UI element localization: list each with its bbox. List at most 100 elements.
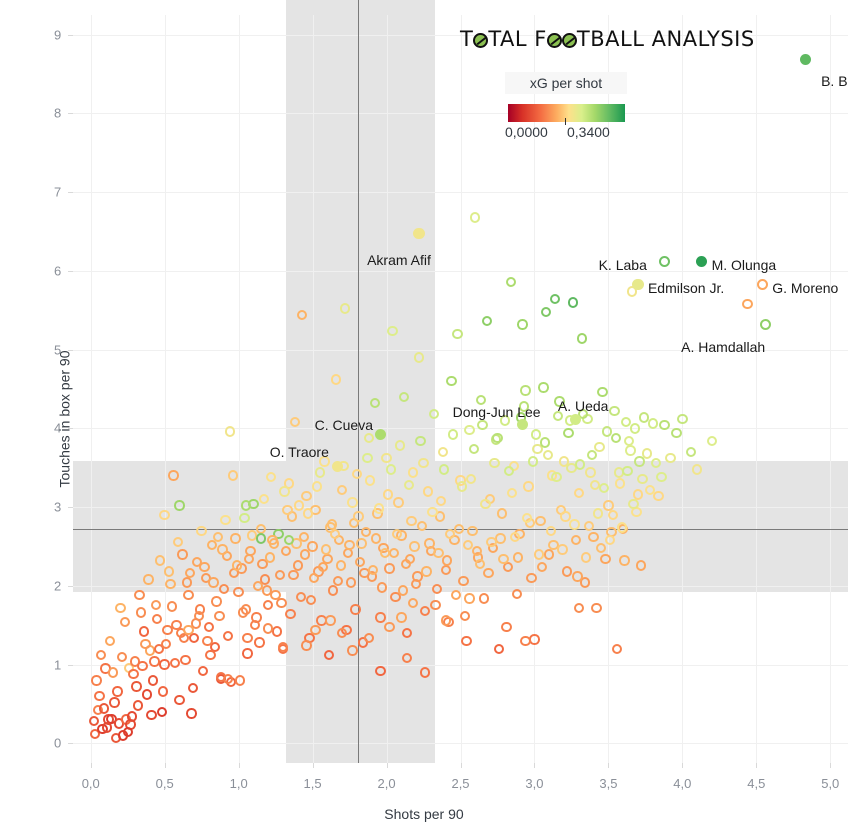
scatter-point	[132, 700, 144, 711]
scatter-point	[320, 544, 332, 555]
scatter-point	[462, 539, 474, 551]
scatter-point	[214, 610, 225, 621]
scatter-point	[94, 690, 105, 702]
scatter-point	[615, 478, 626, 489]
x-tick-label: 2,5	[451, 776, 470, 791]
y-tick-label: 0	[54, 735, 62, 751]
scatter-point	[561, 566, 573, 577]
y-tick-mark	[68, 35, 73, 36]
scatter-point	[350, 604, 361, 615]
highlighted-point	[570, 414, 582, 426]
scatter-point	[419, 667, 431, 678]
scatter-point	[112, 686, 123, 697]
scatter-point	[545, 525, 556, 536]
point-label: B. Bounedjah	[821, 72, 848, 89]
scatter-point	[468, 443, 479, 455]
scatter-point	[370, 533, 382, 544]
highlighted-point	[659, 255, 671, 268]
scatter-point	[302, 508, 314, 519]
scatter-point	[301, 640, 312, 651]
x-tick-mark	[830, 763, 831, 768]
scatter-point	[181, 577, 193, 588]
gridline-horizontal	[73, 743, 848, 744]
scatter-point	[572, 571, 583, 582]
scatter-point	[122, 727, 133, 738]
colorbar-title: xG per shot	[505, 72, 627, 94]
scatter-point	[137, 660, 148, 672]
y-tick-label: 6	[54, 263, 62, 279]
scatter-point	[430, 599, 441, 610]
gridline-horizontal	[73, 507, 848, 508]
scatter-point	[421, 566, 432, 577]
scatter-point	[634, 456, 645, 467]
scatter-point	[706, 435, 718, 447]
scatter-point	[282, 505, 293, 516]
scatter-point	[625, 445, 636, 456]
scatter-point	[437, 446, 448, 458]
scatter-point	[288, 569, 299, 580]
logo-letter: A	[605, 27, 621, 51]
scatter-point	[91, 675, 102, 686]
scatter-point	[391, 528, 403, 540]
scatter-point	[218, 583, 230, 595]
y-tick-label: 1	[54, 657, 62, 673]
scatter-point	[240, 500, 252, 511]
scatter-chart-figure: B. Bounedjah Akram Afif K. Laba M. Olunga Ed…	[0, 0, 848, 837]
scatter-point	[239, 512, 250, 524]
scatter-point	[542, 449, 553, 461]
scatter-point	[202, 635, 213, 647]
scatter-point	[98, 703, 110, 714]
scatter-point	[159, 509, 170, 521]
scatter-point	[422, 486, 434, 497]
scatter-point	[523, 481, 534, 492]
scatter-point	[439, 464, 450, 475]
scatter-point	[470, 212, 481, 223]
scatter-point	[292, 560, 303, 571]
scatter-point	[393, 497, 404, 508]
point-label: M. Olunga	[711, 257, 777, 274]
scatter-point	[653, 490, 664, 502]
highlighted-point	[632, 278, 644, 290]
x-tick-label: 4,0	[673, 776, 692, 791]
scatter-point	[440, 564, 451, 576]
scatter-point	[224, 426, 235, 437]
scatter-point	[607, 509, 619, 521]
scatter-point	[512, 552, 524, 563]
scatter-point	[255, 533, 267, 544]
gridline-vertical	[682, 15, 683, 763]
scatter-point	[149, 656, 160, 667]
highlighted-point	[799, 54, 811, 66]
y-tick-mark	[68, 113, 73, 114]
scatter-point	[104, 635, 116, 647]
scatter-point	[541, 306, 552, 318]
scatter-point	[140, 638, 151, 650]
scatter-point	[223, 631, 234, 642]
scatter-point	[310, 624, 321, 636]
scatter-point	[242, 648, 253, 659]
scatter-point	[609, 405, 620, 417]
logo-letter: S	[740, 27, 755, 51]
logo-letter: S	[720, 27, 735, 51]
scatter-point	[637, 473, 648, 484]
scatter-point	[446, 375, 457, 387]
y-tick-mark	[68, 192, 73, 193]
scatter-point	[478, 593, 490, 604]
scatter-point	[138, 626, 150, 637]
scatter-point	[563, 427, 574, 439]
scatter-point	[196, 525, 207, 536]
scatter-point	[520, 635, 531, 647]
colorbar-tickmark	[565, 118, 566, 125]
scatter-point	[456, 481, 468, 492]
scatter-point	[459, 610, 471, 621]
highlighted-point	[756, 278, 768, 290]
scatter-point	[409, 541, 420, 552]
x-tick-label: 3,0	[525, 776, 544, 791]
scatter-point	[569, 519, 580, 530]
scatter-point	[325, 615, 336, 626]
scatter-point	[172, 536, 184, 547]
scatter-point	[629, 423, 641, 434]
point-label: Dong-Jun Lee	[452, 404, 541, 421]
scatter-point	[384, 563, 395, 574]
scatter-point	[450, 590, 462, 601]
scatter-point	[492, 432, 503, 443]
